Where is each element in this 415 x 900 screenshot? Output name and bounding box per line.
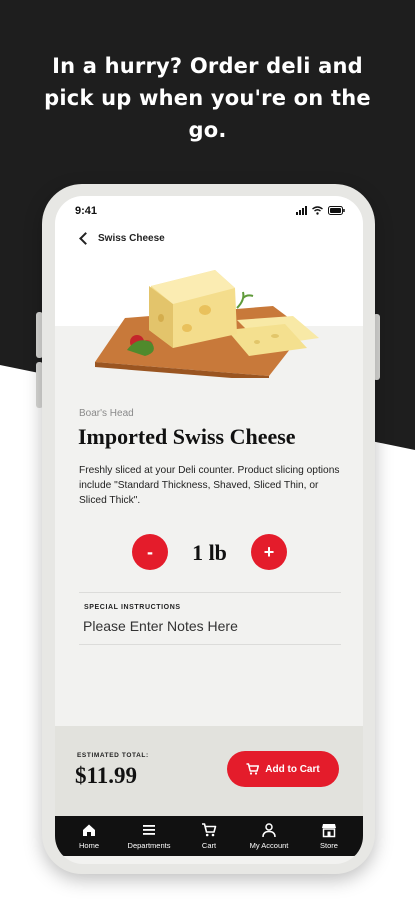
product-brand: Boar's Head: [79, 408, 134, 419]
app-screen: 9:41 Swiss Cheese Boar's Head Imported S…: [55, 196, 363, 864]
battery-icon: [328, 206, 345, 215]
product-description: Freshly sliced at your Deli counter. Pro…: [79, 465, 340, 506]
status-time: 9:41: [75, 205, 98, 217]
order-summary: ESTIMATED TOTAL: $11.99 Add to Cart: [55, 726, 363, 816]
tab-label: Home: [78, 841, 99, 850]
bottom-tab-bar: Home Departments Cart My Account Store: [55, 816, 363, 856]
menu-icon: [143, 825, 155, 835]
header-title: Swiss Cheese: [98, 233, 165, 244]
quantity-stepper: - 1 lb +: [132, 534, 287, 570]
tab-my-account[interactable]: My Account: [239, 822, 299, 850]
tab-label: Cart: [201, 841, 217, 850]
divider: [79, 592, 341, 593]
product-name: Imported Swiss Cheese: [78, 424, 296, 449]
tab-label: My Account: [249, 841, 289, 850]
decrease-quantity-button[interactable]: -: [132, 534, 168, 570]
home-icon: [83, 824, 95, 836]
signal-icon: [296, 206, 307, 215]
wifi-icon: [312, 206, 323, 215]
tab-label: Departments: [127, 841, 171, 850]
tab-home[interactable]: Home: [59, 822, 119, 850]
special-instructions-label: SPECIAL INSTRUCTIONS: [84, 604, 181, 611]
status-icons: [296, 206, 345, 215]
chevron-left-icon: [79, 232, 92, 245]
divider: [79, 644, 341, 645]
tab-store[interactable]: Store: [299, 822, 359, 850]
estimated-total-label: ESTIMATED TOTAL:: [77, 752, 149, 759]
cart-icon: [202, 823, 217, 837]
user-icon: [262, 823, 276, 838]
back-button[interactable]: Swiss Cheese: [77, 232, 165, 245]
estimated-total-value: $11.99: [75, 763, 137, 788]
tab-departments[interactable]: Departments: [119, 822, 179, 850]
tab-cart[interactable]: Cart: [179, 822, 239, 850]
store-icon: [322, 824, 336, 838]
increase-quantity-button[interactable]: +: [251, 534, 287, 570]
promo-headline: In a hurry? Order deli and pick up when …: [44, 54, 371, 142]
status-bar: 9:41: [55, 196, 363, 226]
tab-label: Store: [320, 841, 338, 850]
add-to-cart-label: Add to Cart: [265, 763, 320, 775]
cart-icon: [246, 763, 260, 775]
product-image: [95, 270, 319, 378]
add-to-cart-button[interactable]: Add to Cart: [227, 751, 339, 787]
special-instructions-input[interactable]: [83, 616, 323, 636]
quantity-value: 1 lb: [192, 540, 227, 565]
